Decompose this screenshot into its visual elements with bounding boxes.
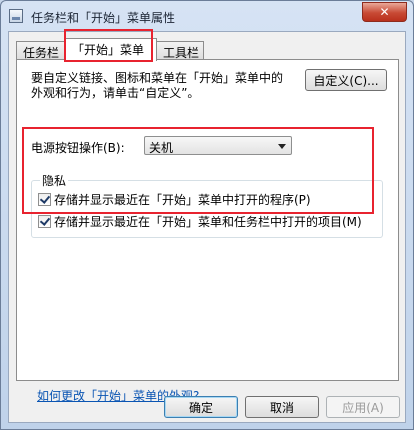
title-bar[interactable]: 任务栏和「开始」菜单属性 ✕ <box>1 1 413 31</box>
properties-window: 任务栏和「开始」菜单属性 ✕ 任务栏 「开始」菜单 工具栏 要自定义链接、图标和… <box>0 0 414 430</box>
power-button-value: 关机 <box>149 141 174 155</box>
tab-taskbar[interactable]: 任务栏 <box>16 41 66 60</box>
window-title: 任务栏和「开始」菜单属性 <box>31 11 176 25</box>
recent-items-option[interactable]: 存储并显示最近在「开始」菜单和任务栏中打开的项目(M) <box>38 213 362 230</box>
customize-description: 要自定义链接、图标和菜单在「开始」菜单中的外观和行为，请单击“自定义”。 <box>31 71 284 100</box>
recent-items-checkbox[interactable] <box>38 215 51 228</box>
tab-bar: 任务栏 「开始」菜单 工具栏 <box>16 38 396 61</box>
cancel-button[interactable]: 取消 <box>245 396 319 418</box>
recent-programs-checkbox[interactable] <box>38 193 51 206</box>
recent-items-label: 存储并显示最近在「开始」菜单和任务栏中打开的项目(M) <box>54 215 362 229</box>
recent-programs-label: 存储并显示最近在「开始」菜单中打开的程序(P) <box>54 193 311 207</box>
ok-button[interactable]: 确定 <box>164 396 238 418</box>
close-button[interactable]: ✕ <box>362 2 407 22</box>
privacy-group: 隐私 存储并显示最近在「开始」菜单中打开的程序(P) 存储并显示最近在「开始」菜… <box>31 172 383 238</box>
start-menu-panel: 要自定义链接、图标和菜单在「开始」菜单中的外观和行为，请单击“自定义”。 自定义… <box>16 59 399 403</box>
recent-programs-option[interactable]: 存储并显示最近在「开始」菜单中打开的程序(P) <box>38 191 311 208</box>
dialog-body: 任务栏 「开始」菜单 工具栏 要自定义链接、图标和菜单在「开始」菜单中的外观和行… <box>8 31 406 423</box>
customize-button[interactable]: 自定义(C)... <box>305 69 387 91</box>
chevron-down-icon <box>278 144 286 149</box>
privacy-legend: 隐私 <box>40 172 69 189</box>
tab-toolbars[interactable]: 工具栏 <box>156 41 204 60</box>
apply-button[interactable]: 应用(A) <box>326 396 400 418</box>
power-button-label: 电源按钮操作(B): <box>31 141 125 155</box>
tab-start-menu[interactable]: 「开始」菜单 <box>65 38 157 61</box>
power-button-select[interactable]: 关机 <box>144 136 292 155</box>
taskbar-properties-icon <box>9 9 23 23</box>
